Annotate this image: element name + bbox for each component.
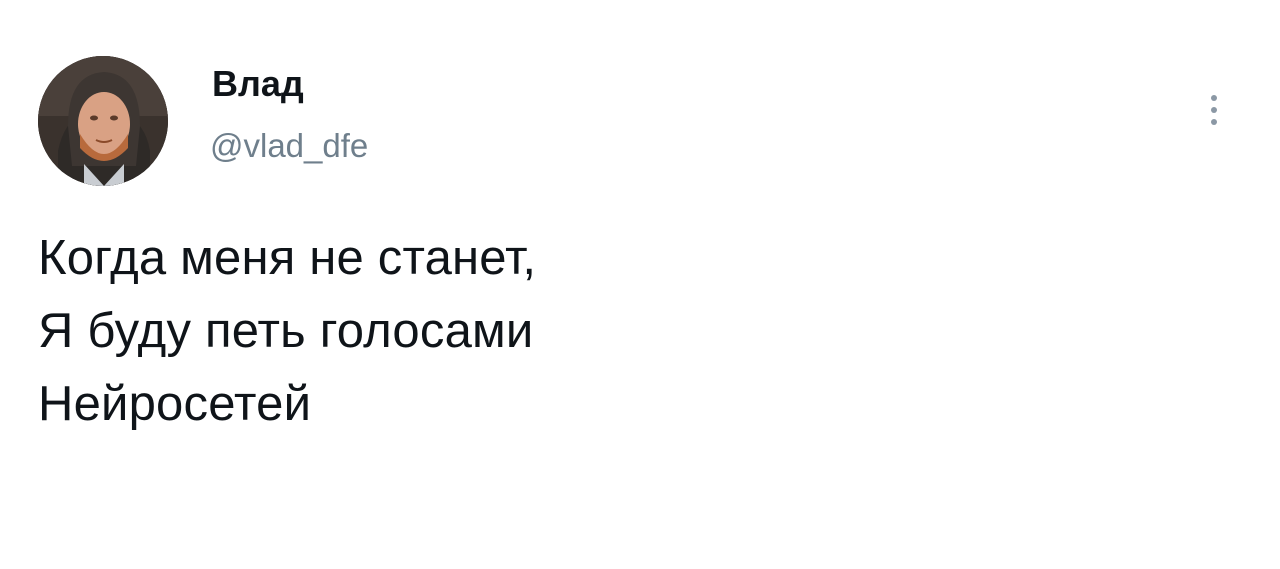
tweet-card: Влад @vlad_dfe Когда меня не станет, Я б… — [0, 0, 1280, 569]
more-vertical-icon-dot — [1211, 95, 1217, 101]
tweet-text-line: Нейросетей — [38, 377, 312, 431]
user-avatar[interactable] — [38, 56, 168, 186]
more-options-button[interactable] — [1200, 82, 1228, 138]
avatar-photo-icon — [38, 56, 168, 186]
tweet-text-line: Я буду петь голосами — [38, 304, 534, 358]
more-vertical-icon-dot — [1211, 107, 1217, 113]
author-handle[interactable]: @vlad_dfe — [210, 126, 368, 166]
more-vertical-icon-dot — [1211, 119, 1217, 125]
author-display-name[interactable]: Влад — [212, 62, 304, 106]
tweet-body-text: Когда меня не станет, Я буду петь голоса… — [38, 222, 536, 441]
tweet-text-line: Когда меня не станет, — [38, 231, 537, 285]
